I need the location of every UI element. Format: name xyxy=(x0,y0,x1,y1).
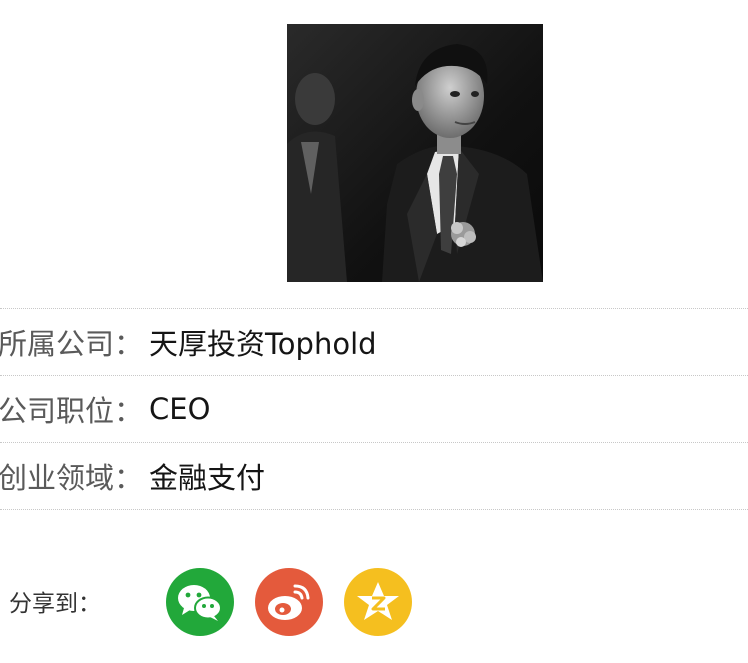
field-value: 金融支付 xyxy=(149,461,266,495)
share-qzone-button[interactable] xyxy=(344,568,412,636)
position-value: CEO xyxy=(149,392,211,426)
company-label: 所属公司： xyxy=(0,327,144,361)
position-label: 公司职位： xyxy=(0,394,144,428)
company-row: 所属公司： 天厚投资Tophold xyxy=(0,308,748,375)
profile-info-list: 所属公司： 天厚投资Tophold 公司职位： CEO 创业领域： 金融支付 xyxy=(0,308,748,510)
share-weibo-button[interactable] xyxy=(255,568,323,636)
field-row: 创业领域： 金融支付 xyxy=(0,442,748,510)
qzone-icon xyxy=(357,582,399,620)
share-wechat-button[interactable] xyxy=(166,568,234,636)
share-label: 分享到： xyxy=(9,591,101,617)
company-value: 天厚投资Tophold xyxy=(149,327,377,361)
field-label: 创业领域： xyxy=(0,461,144,495)
profile-photo xyxy=(287,24,543,282)
share-bar: 分享到： xyxy=(0,566,748,636)
position-row: 公司职位： CEO xyxy=(0,375,748,442)
wechat-icon xyxy=(178,585,222,621)
weibo-icon xyxy=(268,584,310,620)
